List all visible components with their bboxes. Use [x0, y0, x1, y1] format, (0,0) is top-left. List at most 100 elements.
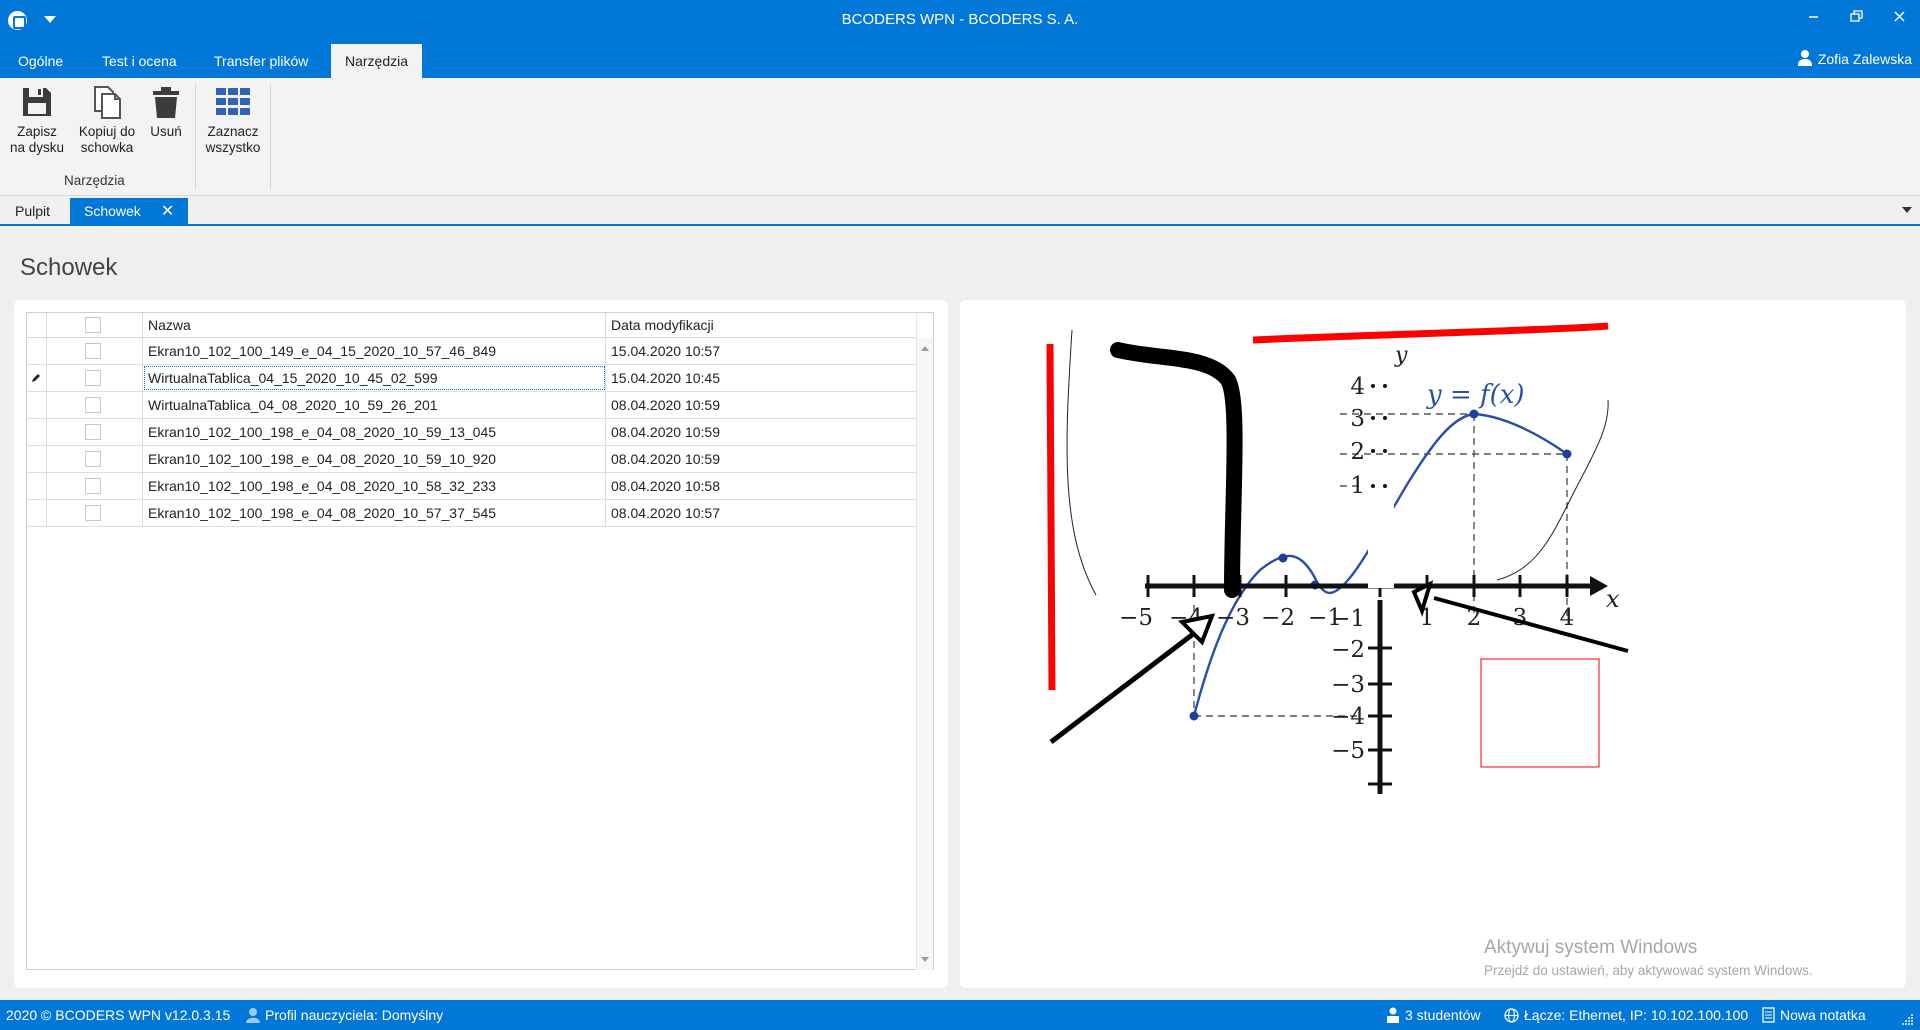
select-all-label: Zaznacz wszystko — [205, 124, 261, 155]
file-name-cell[interactable]: Ekran10_102_100_198_e_04_08_2020_10_59_1… — [143, 419, 606, 445]
modified-date-cell: 08.04.2020 10:59 — [606, 446, 917, 472]
row-checkbox[interactable] — [85, 478, 101, 494]
ribbon-tab-bar: Ogólne Test i ocena Transfer plików Narz… — [0, 40, 1920, 78]
scroll-up-icon[interactable] — [921, 346, 929, 351]
table-row[interactable]: Ekran10_102_100_198_e_04_08_2020_10_57_3… — [27, 500, 917, 527]
vertical-scrollbar[interactable] — [916, 338, 933, 970]
restore-icon[interactable] — [1846, 6, 1868, 28]
tab-narzedzia[interactable]: Narzędzia — [331, 44, 423, 78]
ribbon-separator — [270, 84, 271, 190]
globe-icon — [1504, 1008, 1519, 1023]
document-tab-bar: Pulpit Schowek ✕ — [0, 196, 1920, 226]
students-count[interactable]: 3 studentów — [1386, 1007, 1481, 1023]
row-checkbox[interactable] — [85, 397, 101, 413]
version-text: 2020 © BCODERS WPN v12.0.3.15 — [6, 1007, 231, 1023]
file-name-cell[interactable]: Ekran10_102_100_198_e_04_08_2020_10_57_3… — [143, 500, 606, 526]
user-account[interactable]: Zofia Zalewska — [1797, 50, 1912, 67]
thin-pen-stroke-left — [1066, 329, 1097, 596]
table-row[interactable]: Ekran10_102_100_198_e_04_08_2020_10_59_1… — [27, 419, 917, 446]
new-note-button[interactable]: Nowa notatka — [1762, 1007, 1866, 1023]
x-tick-label: −2 — [1261, 605, 1295, 631]
file-name-cell[interactable]: Ekran10_102_100_149_e_04_15_2020_10_57_4… — [143, 338, 606, 364]
select-all-button[interactable]: Zaznacz wszystko — [200, 84, 266, 156]
watermark-line-2: Przejdź do ustawień, aby aktywować syste… — [1484, 963, 1813, 978]
teacher-profile[interactable]: Profil nauczyciela: Domyślny — [246, 1007, 443, 1023]
copy-to-clipboard-button[interactable]: Kopiuj do schowka — [72, 84, 142, 156]
row-checkbox[interactable] — [85, 451, 101, 467]
y-tick-label: −1 — [1331, 606, 1365, 632]
tab-ogolne[interactable]: Ogólne — [4, 44, 77, 78]
table-row[interactable]: Ekran10_102_100_149_e_04_15_2020_10_57_4… — [27, 338, 917, 365]
row-indicator — [27, 473, 47, 499]
file-name-cell[interactable]: WirtualnaTablica_04_15_2020_10_45_02_599 — [143, 365, 606, 391]
y-tick-labels: 4 3 2 1 −1 −2 −3 −4 −5 — [1331, 374, 1365, 764]
arrow-left-shaft — [1049, 623, 1207, 744]
x-tick-labels-right: 1234 — [1420, 605, 1575, 631]
tab-overflow-chevron-down-icon[interactable] — [1902, 207, 1912, 213]
doc-tab-schowek-label: Schowek — [84, 203, 141, 219]
save-to-disk-button[interactable]: Zapisz na dysku — [4, 84, 70, 156]
tab-transfer-plikow[interactable]: Transfer plików — [200, 44, 322, 78]
row-checkbox-cell — [47, 338, 143, 364]
doc-tab-schowek[interactable]: Schowek ✕ — [70, 198, 189, 224]
row-checkbox[interactable] — [85, 424, 101, 440]
table-row[interactable]: Ekran10_102_100_198_e_04_08_2020_10_58_3… — [27, 473, 917, 500]
table-row[interactable]: Ekran10_102_100_198_e_04_08_2020_10_59_1… — [27, 446, 917, 473]
row-indicator — [27, 392, 47, 418]
user-icon — [246, 1008, 260, 1023]
content-area: Schowek Nazwa Data modyfikacji Ekran10_1… — [0, 228, 1920, 1000]
select-all-checkbox[interactable] — [85, 317, 101, 333]
row-indicator — [27, 338, 47, 364]
row-checkbox-cell — [47, 392, 143, 418]
y-tick-label: −5 — [1331, 738, 1365, 764]
modified-date-cell: 08.04.2020 10:58 — [606, 473, 917, 499]
file-name-cell[interactable]: WirtualnaTablica_04_08_2020_10_59_26_201 — [143, 392, 606, 418]
y-tick-label: 2 — [1350, 439, 1365, 465]
row-checkbox-cell — [47, 419, 143, 445]
x-tick-label: −3 — [1216, 605, 1250, 631]
minimize-icon[interactable] — [1803, 6, 1825, 28]
scroll-down-icon[interactable] — [921, 957, 929, 962]
clipboard-list-panel: Nazwa Data modyfikacji Ekran10_102_100_1… — [14, 300, 948, 988]
connection-label: Łącze: Ethernet, IP: 10.102.100.100 — [1524, 1007, 1749, 1023]
clipboard-grid: Nazwa Data modyfikacji Ekran10_102_100_1… — [26, 312, 934, 970]
teacher-profile-label: Profil nauczyciela: Domyślny — [265, 1007, 444, 1023]
grid-header: Nazwa Data modyfikacji — [27, 313, 917, 338]
grid-select-icon — [216, 88, 250, 115]
row-checkbox[interactable] — [85, 370, 101, 386]
close-tab-icon[interactable]: ✕ — [161, 203, 174, 220]
file-name-cell[interactable]: Ekran10_102_100_198_e_04_08_2020_10_58_3… — [143, 473, 606, 499]
eraser-gap — [1368, 500, 1394, 588]
table-row[interactable]: WirtualnaTablica_04_08_2020_10_59_26_201… — [27, 392, 917, 419]
row-checkbox[interactable] — [85, 343, 101, 359]
row-checkbox-cell — [47, 365, 143, 391]
doc-tab-pulpit[interactable]: Pulpit — [1, 198, 64, 224]
delete-button[interactable]: Usuń — [144, 84, 188, 140]
close-window-icon[interactable] — [1889, 6, 1911, 28]
file-name-cell[interactable]: Ekran10_102_100_198_e_04_08_2020_10_59_1… — [143, 446, 606, 472]
tab-test-i-ocena[interactable]: Test i ocena — [88, 44, 191, 78]
y-tick-label: 4 — [1350, 374, 1365, 400]
column-header-date[interactable]: Data modyfikacji — [606, 313, 917, 337]
ribbon-separator — [195, 84, 196, 190]
row-indicator — [27, 500, 47, 526]
x-tick-label: 4 — [1560, 605, 1575, 631]
resize-grip-icon[interactable] — [1902, 1014, 1914, 1026]
status-bar: 2020 © BCODERS WPN v12.0.3.15 Profil nau… — [0, 1000, 1920, 1030]
function-label: y = f(x) — [1426, 380, 1525, 410]
trash-icon — [153, 87, 179, 118]
window-title: BCODERS WPN - BCODERS S. A. — [841, 11, 1079, 28]
row-checkbox-cell — [47, 446, 143, 472]
row-checkbox[interactable] — [85, 505, 101, 521]
y-tick-label: −2 — [1331, 637, 1365, 663]
students-count-label: 3 studentów — [1405, 1007, 1481, 1023]
x-tick-label: −5 — [1119, 605, 1153, 631]
new-note-label: Nowa notatka — [1780, 1007, 1866, 1023]
preview-image: −5 −4 −3 −2 −1 1234 4 3 2 1 −1 −2 −3 −4 — [1046, 322, 1629, 794]
copy-icon — [94, 86, 121, 119]
red-rectangle — [1480, 658, 1600, 768]
y-tick-label: 1 — [1350, 473, 1365, 499]
column-header-name[interactable]: Nazwa — [143, 313, 606, 337]
edit-pencil-icon — [32, 374, 40, 382]
table-row[interactable]: WirtualnaTablica_04_15_2020_10_45_02_599… — [27, 365, 917, 392]
